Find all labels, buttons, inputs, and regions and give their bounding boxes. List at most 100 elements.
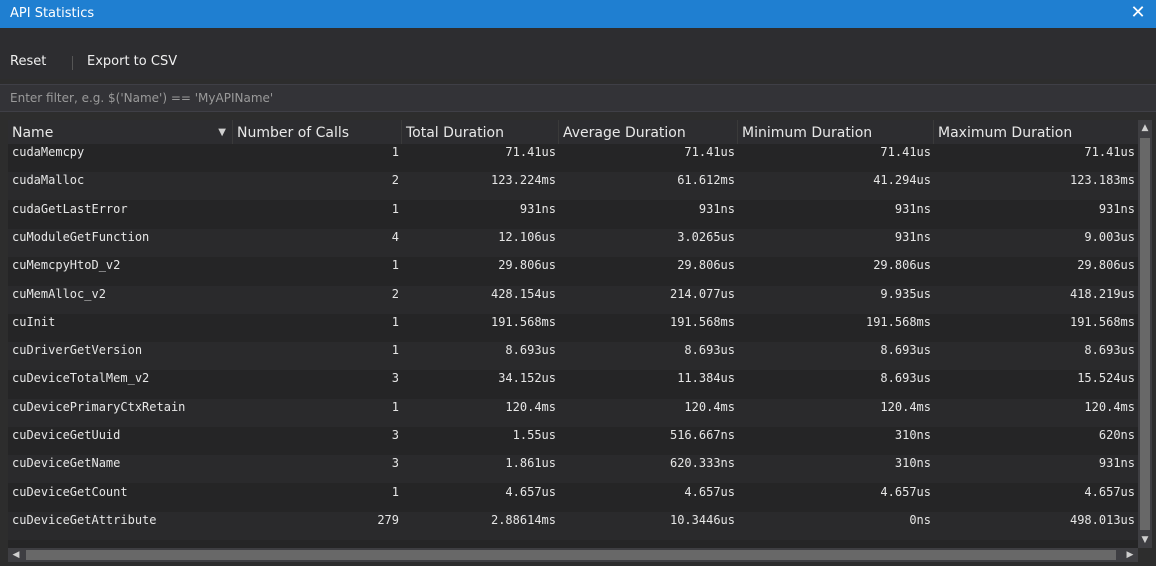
table-header: Name ▼ Number of Calls Total Duration Av… <box>8 120 1138 144</box>
arrow-right-icon[interactable]: ▶ <box>1122 548 1138 562</box>
table-row[interactable]: cudaMalloc 2 123.224ms 61.612ms 41.294us 123.… <box>8 172 1138 201</box>
cell-maximum-duration: 29.806us <box>1077 258 1135 273</box>
arrow-left-icon[interactable]: ◀ <box>8 548 24 562</box>
reset-button[interactable]: Reset <box>10 54 46 69</box>
cell-maximum-duration: 931ns <box>1098 456 1135 471</box>
cell-calls: 1 <box>391 314 399 329</box>
cell-name: cuDeviceGetCount <box>12 484 128 499</box>
cell-maximum-duration: 120.4ms <box>1084 399 1135 414</box>
cell-name: cuMemcpyHtoD_v2 <box>12 258 121 273</box>
cell-name: cuDriverGetVersion <box>12 343 143 358</box>
cell-name: cudaGetLastError <box>12 201 128 216</box>
cell-total-duration: 8.693us <box>505 343 556 358</box>
cell-average-duration: 191.568ms <box>669 314 735 329</box>
cell-name: cuDeviceGetAttribute <box>12 512 157 527</box>
column-header-calls[interactable]: Number of Calls <box>233 120 402 144</box>
cell-minimum-duration: 9.935us <box>880 286 931 301</box>
table-row[interactable]: cuDeviceTotalMem_v2 3 34.152us 11.384us 8.69… <box>8 370 1138 398</box>
cell-calls: 279 <box>377 512 399 527</box>
cell-total-duration: 120.4ms <box>505 399 556 414</box>
cell-total-duration: 71.41us <box>505 145 556 159</box>
horizontal-scroll-thumb[interactable] <box>26 550 1116 560</box>
arrow-up-icon[interactable]: ▲ <box>1138 120 1152 136</box>
cell-name: cuDeviceTotalMem_v2 <box>12 371 150 386</box>
vertical-scroll-thumb[interactable] <box>1140 138 1150 530</box>
cell-minimum-duration: 931ns <box>894 201 931 216</box>
cell-maximum-duration: 4.657us <box>1084 484 1135 499</box>
cell-name: cudaMalloc <box>12 173 85 188</box>
cell-calls: 1 <box>391 258 399 273</box>
table-row[interactable]: cuMemAlloc_v2 2 428.154us 214.077us 9.935us 4… <box>8 285 1138 314</box>
sort-down-icon: ▼ <box>218 127 226 138</box>
vertical-scrollbar[interactable]: ▲ ▼ <box>1138 120 1152 548</box>
cell-minimum-duration: 8.693us <box>880 371 931 386</box>
cell-total-duration: 191.568ms <box>490 314 556 329</box>
cell-total-duration: 12.106us <box>498 229 556 244</box>
cell-average-duration: 10.3446us <box>669 512 735 527</box>
cell-minimum-duration: 41.294us <box>873 173 931 188</box>
cell-average-duration: 931ns <box>698 201 735 216</box>
cell-calls: 1 <box>391 145 399 159</box>
cell-maximum-duration: 931ns <box>1098 201 1135 216</box>
cell-total-duration: 2.88614ms <box>490 512 556 527</box>
cell-minimum-duration: 310ns <box>894 428 931 442</box>
cell-name: cuInit <box>12 314 56 329</box>
column-header-minimum[interactable]: Minimum Duration <box>738 120 934 144</box>
cell-calls: 2 <box>391 286 399 301</box>
toolbar: Reset Export to CSV <box>0 29 1156 79</box>
arrow-down-icon[interactable]: ▼ <box>1138 532 1152 548</box>
cell-maximum-duration: 620ns <box>1098 428 1135 442</box>
cell-average-duration: 61.612ms <box>677 173 735 188</box>
table-row[interactable]: cuMemcpyHtoD_v2 1 29.806us 29.806us 29.806us… <box>8 257 1138 285</box>
cell-average-duration: 71.41us <box>684 145 735 159</box>
statistics-table: Name ▼ Number of Calls Total Duration Av… <box>8 120 1138 548</box>
cell-total-duration: 1.55us <box>512 428 556 442</box>
cell-total-duration: 34.152us <box>498 371 556 386</box>
close-icon[interactable]: ✕ <box>1128 2 1148 24</box>
column-header-name[interactable]: Name ▼ <box>8 120 233 144</box>
table-row[interactable]: cudaMemcpy 1 71.41us 71.41us 71.41us 71.41us <box>8 144 1138 172</box>
horizontal-scrollbar[interactable]: ◀ ▶ <box>8 548 1138 562</box>
table-row[interactable]: cuDevicePrimaryCtxRetain 1 120.4ms 120.4ms 1… <box>8 398 1138 427</box>
cell-calls: 3 <box>391 371 399 386</box>
cell-total-duration: 931ns <box>519 201 556 216</box>
cell-average-duration: 8.693us <box>684 343 735 358</box>
cell-minimum-duration: 29.806us <box>873 258 931 273</box>
cell-calls: 3 <box>391 428 399 442</box>
cell-total-duration: 1.861us <box>505 456 556 471</box>
cell-calls: 4 <box>391 229 399 244</box>
table-row[interactable]: cuDeviceGetName 3 1.861us 620.333ns 310ns 931… <box>8 455 1138 484</box>
cell-minimum-duration: 0ns <box>909 512 931 527</box>
cell-calls: 1 <box>391 343 399 358</box>
table-row[interactable]: cuDeviceGetAttribute 279 2.88614ms 10.3446u… <box>8 511 1138 540</box>
column-header-maximum[interactable]: Maximum Duration <box>934 120 1138 144</box>
table-row[interactable]: cuDriverGetVersion 1 8.693us 8.693us 8.693us… <box>8 342 1138 371</box>
cell-total-duration: 428.154us <box>490 286 556 301</box>
cell-average-duration: 516.667ns <box>669 428 735 442</box>
cell-average-duration: 120.4ms <box>684 399 735 414</box>
table-row[interactable]: cuInit 1 191.568ms 191.568ms 191.568ms 191.56… <box>8 314 1138 342</box>
cell-minimum-duration: 191.568ms <box>865 314 931 329</box>
cell-minimum-duration: 71.41us <box>880 145 931 159</box>
table-row[interactable]: cuDeviceGetUuid 3 1.55us 516.667ns 310ns 620n… <box>8 427 1138 455</box>
cell-name: cuDeviceGetUuid <box>12 428 121 442</box>
filter-input[interactable] <box>0 85 1150 111</box>
toolbar-separator <box>72 56 73 70</box>
column-header-total[interactable]: Total Duration <box>402 120 559 144</box>
cell-minimum-duration: 310ns <box>894 456 931 471</box>
window-title: API Statistics <box>10 6 95 21</box>
column-header-average[interactable]: Average Duration <box>559 120 738 144</box>
cell-name: cuModuleGetFunction <box>12 229 150 244</box>
cell-minimum-duration: 120.4ms <box>880 399 931 414</box>
cell-minimum-duration: 931ns <box>894 229 931 244</box>
export-csv-button[interactable]: Export to CSV <box>87 54 177 69</box>
cell-maximum-duration: 123.183ms <box>1069 173 1135 188</box>
table-row[interactable]: cuDeviceGetCount 1 4.657us 4.657us 4.657us 4.… <box>8 484 1138 512</box>
table-row[interactable]: cudaGetLastError 1 931ns 931ns 931ns 931ns <box>8 201 1138 229</box>
cell-maximum-duration: 191.568ms <box>1069 314 1135 329</box>
cell-maximum-duration: 418.219us <box>1069 286 1135 301</box>
table-row[interactable]: cuModuleGetFunction 4 12.106us 3.0265us 931n… <box>8 228 1138 257</box>
title-bar: API Statistics ✕ <box>0 0 1156 28</box>
cell-calls: 1 <box>391 399 399 414</box>
cell-minimum-duration: 4.657us <box>880 484 931 499</box>
